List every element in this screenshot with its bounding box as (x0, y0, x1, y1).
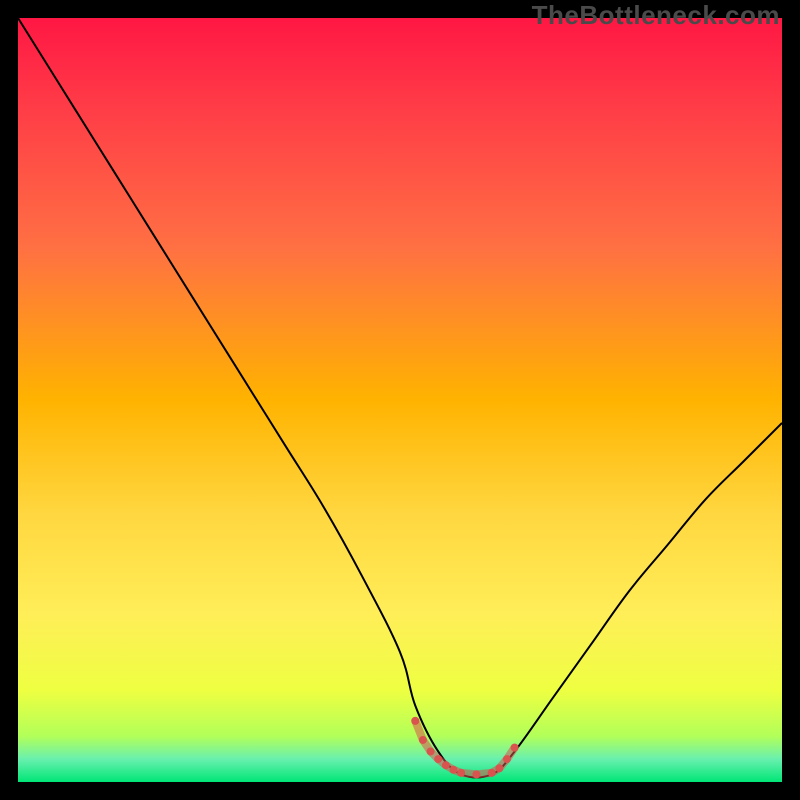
gradient-background (18, 18, 782, 782)
chart-plot-area (18, 18, 782, 782)
chart-svg (18, 18, 782, 782)
watermark-text: TheBottleneck.com (532, 0, 780, 31)
